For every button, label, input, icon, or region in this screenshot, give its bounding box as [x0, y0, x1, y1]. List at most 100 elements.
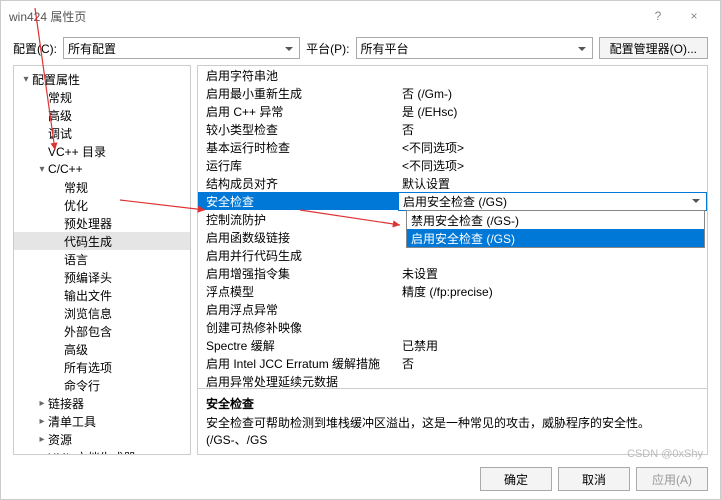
platform-combo[interactable]: 所有平台: [356, 37, 593, 59]
property-row[interactable]: 浮点模型精度 (/fp:precise): [198, 282, 707, 300]
cancel-button[interactable]: 取消: [558, 467, 630, 491]
property-key: 启用浮点异常: [198, 301, 398, 318]
property-value[interactable]: <不同选项>: [398, 157, 707, 174]
config-toolbar: 配置(C): 所有配置 平台(P): 所有平台 配置管理器(O)...: [1, 31, 720, 65]
property-value[interactable]: 否 (/Gm-): [398, 85, 707, 102]
platform-label: 平台(P):: [306, 40, 349, 57]
property-row[interactable]: 较小类型检查否: [198, 120, 707, 138]
property-row[interactable]: 创建可热修补映像: [198, 318, 707, 336]
property-key: 启用增强指令集: [198, 265, 398, 282]
tree-item[interactable]: 高级: [14, 340, 190, 358]
tree-item[interactable]: 常规: [14, 178, 190, 196]
property-value[interactable]: 启用安全检查 (/GS): [398, 192, 707, 211]
tree-item[interactable]: 预处理器: [14, 214, 190, 232]
tree-item[interactable]: ▸清单工具: [14, 412, 190, 430]
tree-item-label: 输出文件: [64, 287, 112, 304]
tree-item-label: 命令行: [64, 377, 100, 394]
tree-expand-icon[interactable]: ▸: [36, 452, 48, 456]
property-value[interactable]: 是 (/EHsc): [398, 103, 707, 120]
titlebar: win424 属性页 ? ×: [1, 1, 720, 31]
tree-item-label: C/C++: [48, 162, 83, 176]
property-key: 启用最小重新生成: [198, 85, 398, 102]
property-key: 运行库: [198, 157, 398, 174]
description-panel: 安全检查 安全检查可帮助检测到堆栈缓冲区溢出，这是一种常见的攻击，威胁程序的安全…: [198, 388, 707, 454]
tree-item[interactable]: 代码生成: [14, 232, 190, 250]
property-key: 启用 Intel JCC Erratum 缓解措施: [198, 355, 398, 372]
tree-item[interactable]: ▸XML 文档生成器: [14, 448, 190, 455]
tree-item[interactable]: 常规: [14, 88, 190, 106]
tree-item[interactable]: 调试: [14, 124, 190, 142]
property-row[interactable]: 启用 C++ 异常是 (/EHsc): [198, 102, 707, 120]
property-row[interactable]: 启用异常处理延续元数据: [198, 372, 707, 388]
property-key: 浮点模型: [198, 283, 398, 300]
property-row[interactable]: 启用增强指令集未设置: [198, 264, 707, 282]
tree-item[interactable]: ▾C/C++: [14, 160, 190, 178]
tree-item[interactable]: 外部包含: [14, 322, 190, 340]
property-row[interactable]: 基本运行时检查<不同选项>: [198, 138, 707, 156]
tree-expand-icon[interactable]: ▸: [36, 434, 48, 445]
tree-item[interactable]: 高级: [14, 106, 190, 124]
tree-item[interactable]: VC++ 目录: [14, 142, 190, 160]
help-button[interactable]: ?: [640, 2, 676, 30]
tree-item-label: 清单工具: [48, 413, 96, 430]
tree-item-label: 所有选项: [64, 359, 112, 376]
tree-item-label: 高级: [48, 107, 72, 124]
dropdown-option[interactable]: 启用安全检查 (/GS): [407, 229, 704, 247]
tree-item-label: 资源: [48, 431, 72, 448]
footer: 确定 取消 应用(A): [1, 459, 720, 499]
tree-item[interactable]: 预编译头: [14, 268, 190, 286]
apply-button[interactable]: 应用(A): [636, 467, 708, 491]
property-row[interactable]: 启用最小重新生成否 (/Gm-): [198, 84, 707, 102]
property-value[interactable]: 否: [398, 121, 707, 138]
value-dropdown[interactable]: 禁用安全检查 (/GS-)启用安全检查 (/GS): [406, 210, 705, 248]
description-text: 安全检查可帮助检测到堆栈缓冲区溢出，这是一种常见的攻击，威胁程序的安全性。(/G…: [206, 414, 699, 448]
tree-item-label: 浏览信息: [64, 305, 112, 322]
property-key: 启用函数级链接: [198, 229, 398, 246]
property-row[interactable]: Spectre 缓解已禁用: [198, 336, 707, 354]
close-button[interactable]: ×: [676, 2, 712, 30]
config-manager-button[interactable]: 配置管理器(O)...: [599, 37, 708, 59]
property-row[interactable]: 运行库<不同选项>: [198, 156, 707, 174]
property-value[interactable]: 否: [398, 355, 707, 372]
property-row[interactable]: 启用浮点异常: [198, 300, 707, 318]
tree-expand-icon[interactable]: ▾: [36, 164, 48, 175]
property-row[interactable]: 启用 Intel JCC Erratum 缓解措施否: [198, 354, 707, 372]
property-row[interactable]: 启用字符串池: [198, 66, 707, 84]
tree-item-label: 预编译头: [64, 269, 112, 286]
tree-item[interactable]: 优化: [14, 196, 190, 214]
tree-item-label: 语言: [64, 251, 88, 268]
config-combo[interactable]: 所有配置: [63, 37, 300, 59]
ok-button[interactable]: 确定: [480, 467, 552, 491]
tree-item[interactable]: 命令行: [14, 376, 190, 394]
property-row[interactable]: 启用并行代码生成: [198, 246, 707, 264]
tree-item-label: 外部包含: [64, 323, 112, 340]
tree-item[interactable]: 输出文件: [14, 286, 190, 304]
tree-item-label: 预处理器: [64, 215, 112, 232]
tree-expand-icon[interactable]: ▸: [36, 416, 48, 427]
property-value[interactable]: 精度 (/fp:precise): [398, 283, 707, 300]
config-label: 配置(C):: [13, 40, 57, 57]
property-key: 结构成员对齐: [198, 175, 398, 192]
property-value[interactable]: 已禁用: [398, 337, 707, 354]
property-key: 启用字符串池: [198, 67, 398, 84]
property-row[interactable]: 结构成员对齐默认设置: [198, 174, 707, 192]
tree-item[interactable]: ▸链接器: [14, 394, 190, 412]
property-value[interactable]: 未设置: [398, 265, 707, 282]
tree-item-label: 代码生成: [64, 233, 112, 250]
window-title: win424 属性页: [9, 8, 640, 25]
tree-item[interactable]: 语言: [14, 250, 190, 268]
nav-tree[interactable]: ▾配置属性常规高级调试VC++ 目录▾C/C++常规优化预处理器代码生成语言预编…: [13, 65, 191, 455]
property-row[interactable]: 安全检查启用安全检查 (/GS): [198, 192, 707, 210]
dropdown-option[interactable]: 禁用安全检查 (/GS-): [407, 211, 704, 229]
tree-item[interactable]: 所有选项: [14, 358, 190, 376]
property-value[interactable]: 默认设置: [398, 175, 707, 192]
tree-expand-icon[interactable]: ▾: [20, 74, 32, 85]
tree-expand-icon[interactable]: ▸: [36, 398, 48, 409]
property-grid[interactable]: 启用字符串池启用最小重新生成否 (/Gm-)启用 C++ 异常是 (/EHsc)…: [198, 66, 707, 388]
property-value[interactable]: <不同选项>: [398, 139, 707, 156]
description-title: 安全检查: [206, 395, 699, 412]
tree-item[interactable]: 浏览信息: [14, 304, 190, 322]
tree-item[interactable]: ▾配置属性: [14, 70, 190, 88]
tree-item[interactable]: ▸资源: [14, 430, 190, 448]
property-key: 控制流防护: [198, 211, 398, 228]
